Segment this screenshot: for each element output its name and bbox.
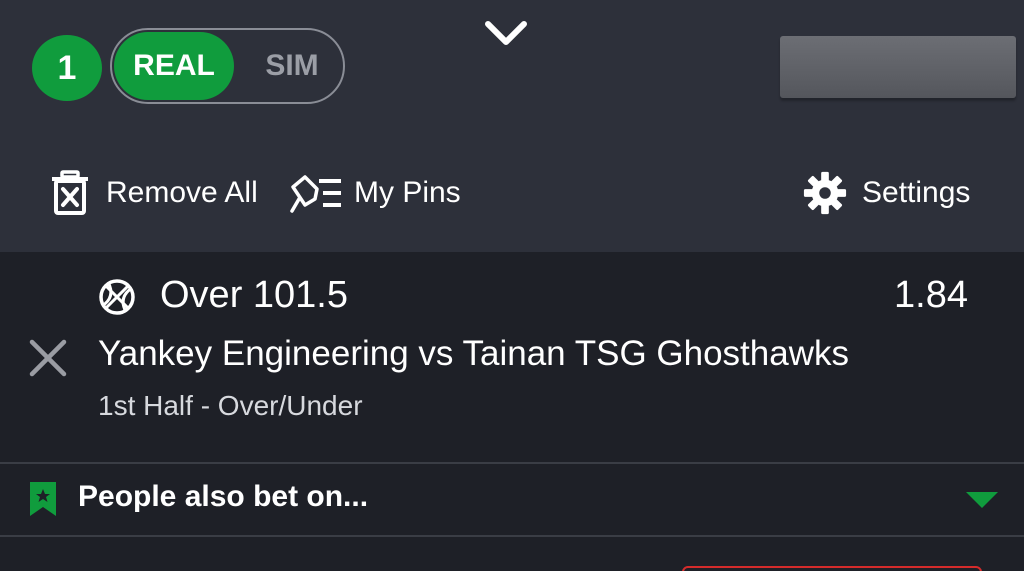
caret-down-icon[interactable] [964, 490, 1000, 510]
mode-sim-option[interactable]: SIM [242, 32, 342, 100]
people-also-bet-row[interactable]: People also bet on... [0, 464, 1024, 535]
close-icon[interactable] [24, 334, 72, 382]
bet-slip-screen: 1 REAL SIM Remove All My Pins Settings O… [0, 0, 1024, 571]
people-also-bet-label: People also bet on... [78, 480, 369, 513]
bookmark-star-icon [30, 482, 56, 516]
my-pins-button[interactable]: My Pins [288, 166, 461, 220]
balance-display-redacted [780, 36, 1016, 98]
match-name: Yankey Engineering vs Tainan TSG Ghostha… [98, 334, 849, 373]
remove-all-label: Remove All [106, 176, 258, 209]
selection-count-badge: 1 [32, 35, 102, 101]
action-button-partial[interactable] [682, 566, 982, 571]
gear-icon [803, 171, 847, 215]
bet-slip-header: 1 REAL SIM Remove All My Pins Settings [0, 0, 1024, 252]
settings-label: Settings [862, 176, 971, 209]
mode-real-option[interactable]: REAL [114, 32, 234, 100]
remove-all-button[interactable]: Remove All [48, 166, 258, 220]
bet-selection-text: Over 101.5 [160, 274, 348, 316]
pin-list-icon [290, 175, 341, 213]
real-sim-toggle[interactable]: REAL SIM [110, 28, 345, 104]
basketball-icon [99, 279, 135, 315]
my-pins-label: My Pins [354, 176, 461, 209]
chevron-down-icon[interactable] [484, 16, 528, 48]
settings-button[interactable]: Settings [802, 166, 970, 220]
market-name: 1st Half - Over/Under [98, 390, 363, 421]
bet-odds: 1.84 [894, 274, 968, 316]
bet-selection-item: Over 101.5 1.84 Yankey Engineering vs Ta… [0, 252, 1024, 462]
trash-icon [52, 170, 88, 215]
